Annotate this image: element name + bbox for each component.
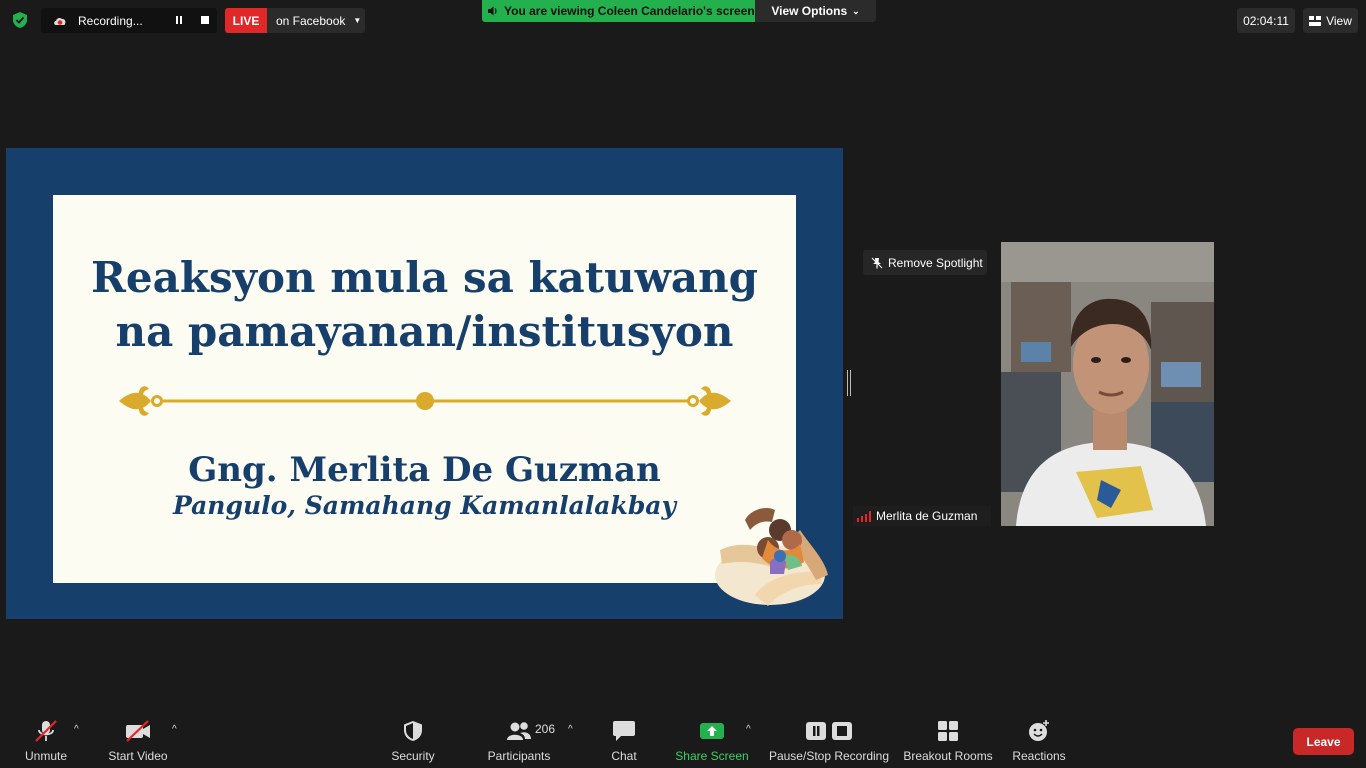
audio-options-caret-icon[interactable]: ^ xyxy=(74,724,79,735)
chat-button[interactable]: Chat xyxy=(602,716,646,768)
stop-recording-icon[interactable] xyxy=(199,14,211,26)
slide-title: Reaksyon mula sa katuwang na pamayanan/i… xyxy=(91,253,758,356)
muted-microphone-icon xyxy=(35,720,57,742)
shared-screen: Reaksyon mula sa katuwang na pamayanan/i… xyxy=(6,148,843,619)
speaker-volume-icon xyxy=(488,6,497,16)
meeting-timer: 02:04:11 xyxy=(1237,8,1295,33)
viewing-banner: You are viewing Coleen Candelario's scre… xyxy=(482,0,876,22)
leave-button[interactable]: Leave xyxy=(1293,728,1354,755)
participants-count: 206 xyxy=(535,722,556,736)
participants-options-caret-icon[interactable]: ^ xyxy=(568,724,573,735)
breakout-rooms-button[interactable]: Breakout Rooms xyxy=(902,716,994,768)
caret-down-icon: ▼ xyxy=(353,16,362,25)
slide-card: Reaksyon mula sa katuwang na pamayanan/i… xyxy=(53,195,796,583)
community-hands-illustration xyxy=(715,508,828,606)
signal-strength-icon xyxy=(857,510,871,522)
video-options-caret-icon[interactable]: ^ xyxy=(172,724,177,735)
live-badge: LIVE xyxy=(225,8,267,33)
pause-stop-recording-button[interactable]: Pause/Stop Recording xyxy=(768,716,890,768)
video-off-icon xyxy=(126,720,150,742)
recording-indicator: Recording... xyxy=(41,8,217,33)
view-options-button[interactable]: View Options ⌄ xyxy=(755,0,876,22)
pause-recording-icon[interactable] xyxy=(173,14,185,26)
grid-view-icon xyxy=(1309,15,1322,26)
cloud-recording-icon xyxy=(54,17,66,25)
live-stream-menu[interactable]: LIVE on Facebook ▼ xyxy=(225,8,365,33)
share-screen-button[interactable]: Share Screen xyxy=(675,716,749,768)
viewing-text: You are viewing Coleen Candelario's scre… xyxy=(504,4,755,18)
participant-name-tag: Merlita de Guzman xyxy=(853,506,991,526)
encryption-shield-icon[interactable] xyxy=(8,8,32,32)
reactions-emoji-icon xyxy=(1029,720,1049,741)
reactions-button[interactable]: Reactions xyxy=(1010,716,1068,768)
slide-speaker-name: Gng. Merlita De Guzman xyxy=(188,450,661,490)
pause-stop-icon xyxy=(806,722,852,740)
share-screen-icon xyxy=(700,723,724,739)
participant-video[interactable] xyxy=(1001,242,1214,526)
chat-bubble-icon xyxy=(613,721,635,741)
panel-resize-handle[interactable] xyxy=(847,370,851,396)
pin-icon xyxy=(871,257,883,268)
breakout-rooms-icon xyxy=(938,721,958,741)
security-shield-icon xyxy=(404,721,422,741)
view-button[interactable]: View xyxy=(1303,8,1358,33)
remove-spotlight-button[interactable]: Remove Spotlight xyxy=(863,250,987,275)
security-button[interactable]: Security xyxy=(385,716,441,768)
participants-icon xyxy=(507,722,531,740)
share-options-caret-icon[interactable]: ^ xyxy=(746,724,751,735)
participant-video-frame xyxy=(1001,242,1214,526)
live-destination: on Facebook xyxy=(276,13,346,28)
slide-speaker-role: Pangulo, Samahang Kamanlalakbay xyxy=(172,491,677,520)
start-video-button[interactable]: Start Video xyxy=(103,716,173,768)
gold-ornament-divider xyxy=(119,386,731,416)
chevron-down-icon: ⌄ xyxy=(852,5,860,16)
unmute-button[interactable]: Unmute xyxy=(17,716,75,768)
recording-label: Recording... xyxy=(78,13,143,28)
